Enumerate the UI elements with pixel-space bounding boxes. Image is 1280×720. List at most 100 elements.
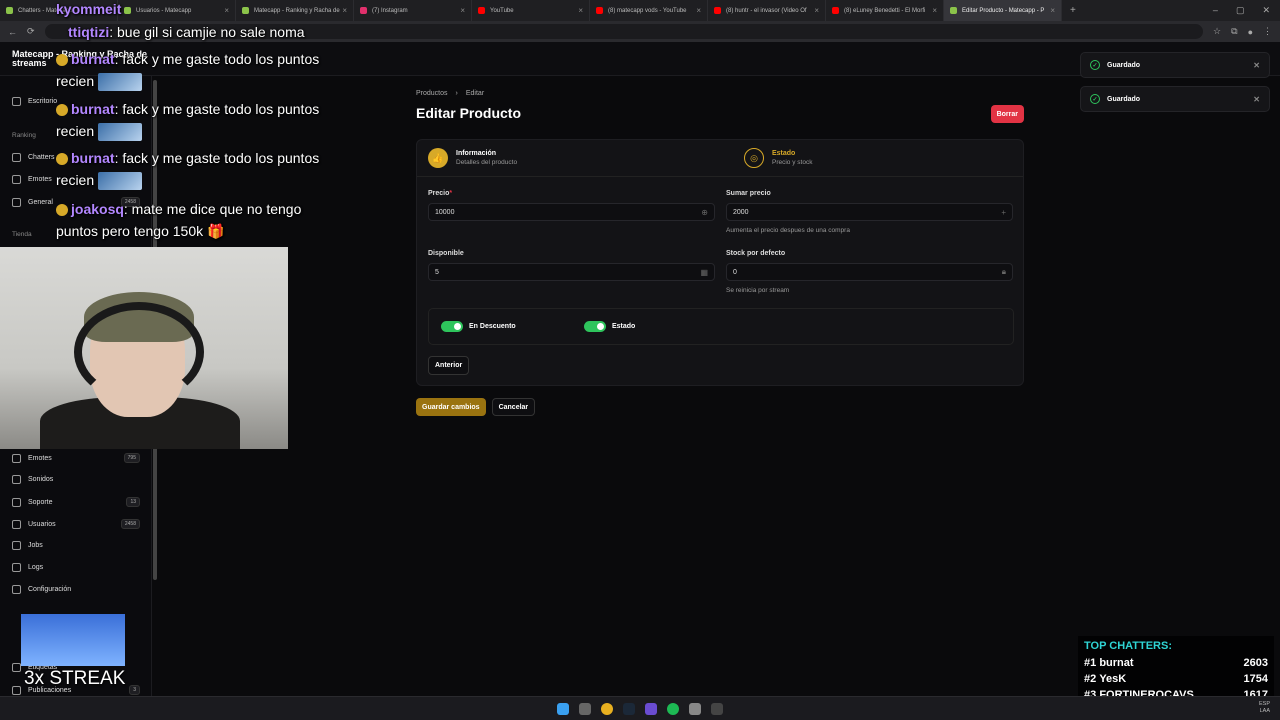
back-icon[interactable]: ← xyxy=(8,27,17,37)
browser-tab[interactable]: (7) Instagram × xyxy=(354,0,472,21)
minimize-icon[interactable]: – xyxy=(1213,5,1218,16)
favicon-icon xyxy=(714,7,721,14)
coin-badge-icon xyxy=(56,54,68,67)
check-circle-icon: ✓ xyxy=(1090,60,1100,70)
product-form-card: 👍 Información Detalles del producto ◎ Es… xyxy=(416,139,1024,386)
top-chatter-row: #2 YesK 1754 xyxy=(1084,673,1268,685)
browser-tab[interactable]: (8) eLuney Benedetti - El Morfi × xyxy=(826,0,944,21)
steam-icon[interactable] xyxy=(623,703,635,715)
estado-toggle[interactable]: Estado xyxy=(584,321,635,332)
browser-tab[interactable]: Usuarios - Matecapp × xyxy=(118,0,236,21)
emote-icon xyxy=(98,73,143,92)
sidebar-item-soporte[interactable]: Soporte 13 xyxy=(12,497,140,507)
sidebar-item-sonidos[interactable]: Sonidos xyxy=(12,475,140,484)
sidebar-item-usuarios[interactable]: Usuarios 2458 xyxy=(12,519,140,529)
breadcrumb-editar: Editar xyxy=(465,90,485,97)
chat-message: burnat: fack y me gaste todo los puntos xyxy=(56,98,319,120)
chat-message: burnat: fack y me gaste todo los puntos xyxy=(56,147,319,169)
toast-notification: ✓ Guardado ✕ xyxy=(1080,52,1270,78)
sumar-precio-input[interactable]: 2000 + xyxy=(726,203,1013,221)
breadcrumb-productos[interactable]: Productos xyxy=(416,90,448,97)
obs-icon[interactable] xyxy=(645,703,657,715)
close-window-icon[interactable]: ✕ xyxy=(1262,5,1270,16)
save-button[interactable]: Guardar cambios xyxy=(416,398,486,416)
sidebar-item-configuracion[interactable]: Configuración xyxy=(12,585,140,594)
sidebar-item-emotes-shop[interactable]: Emotes 795 xyxy=(12,453,140,463)
stock-defecto-field: Stock por defecto 0 🔒︎ Se reinicia por st… xyxy=(726,250,1013,294)
headset-icon xyxy=(74,302,204,402)
sumar-precio-field: Sumar precio 2000 + Aumenta el precio des… xyxy=(726,190,1013,234)
breadcrumb: Productos › Editar xyxy=(416,90,1024,97)
favicon-icon xyxy=(242,7,249,14)
profile-icon[interactable]: ● xyxy=(1248,27,1253,37)
chevron-right-icon: › xyxy=(455,90,458,97)
count-badge: 13 xyxy=(126,497,140,507)
sidebar-item-jobs[interactable]: Jobs xyxy=(12,541,140,550)
target-icon: ◎ xyxy=(744,148,764,168)
sidebar-section-tienda: Tienda xyxy=(12,231,32,238)
reload-icon[interactable]: ⟳ xyxy=(27,26,35,37)
spotify-icon[interactable] xyxy=(667,703,679,715)
toggle-switch[interactable] xyxy=(441,321,463,332)
favicon-icon xyxy=(478,7,485,14)
users-icon xyxy=(12,519,21,529)
chat-message-cont: puntos pero tengo 150k 🎁 xyxy=(56,223,225,239)
count-badge: 3 xyxy=(129,685,140,695)
briefcase-icon xyxy=(12,541,21,550)
chrome-icon[interactable] xyxy=(601,703,613,715)
toggle-switch[interactable] xyxy=(584,321,606,332)
browser-tab[interactable]: (8) huntr - el invasor (Video Of × xyxy=(708,0,826,21)
menu-kebab-icon[interactable]: ⋮ xyxy=(1263,26,1272,37)
count-badge: 2458 xyxy=(120,519,140,529)
close-tab-icon[interactable]: × xyxy=(932,6,937,15)
browser-tab[interactable]: YouTube × xyxy=(472,0,590,21)
terminal-icon[interactable] xyxy=(711,703,723,715)
wizard-steps: 👍 Información Detalles del producto ◎ Es… xyxy=(417,140,1023,177)
favicon-icon xyxy=(360,7,367,14)
precio-input[interactable]: 10000 ⊕ xyxy=(428,203,715,221)
stock-defecto-input[interactable]: 0 🔒︎ xyxy=(726,263,1013,281)
close-tab-icon[interactable]: × xyxy=(578,6,583,15)
page-title: Editar Producto xyxy=(416,105,522,121)
system-tray: ESP LAA xyxy=(1258,701,1270,714)
browser-tab[interactable]: Matecapp - Ranking y Racha de × xyxy=(236,0,354,21)
sidebar-item-logs[interactable]: Logs xyxy=(12,563,140,572)
delete-button[interactable]: Borrar xyxy=(990,105,1024,123)
close-tab-icon[interactable]: × xyxy=(696,6,701,15)
close-tab-icon[interactable]: × xyxy=(342,6,347,15)
chat-message-cont: recien xyxy=(56,169,143,191)
en-descuento-toggle[interactable]: En Descuento xyxy=(441,321,516,332)
close-tab-icon[interactable]: × xyxy=(460,6,465,15)
secondary-webcam xyxy=(21,614,125,666)
file-explorer-icon[interactable] xyxy=(579,703,591,715)
close-icon[interactable]: ✕ xyxy=(1253,61,1260,70)
browser-tab[interactable]: (8) matecapp vods - YouTube × xyxy=(590,0,708,21)
close-tab-icon[interactable]: × xyxy=(814,6,819,15)
disponible-field: Disponible 5 ▦ xyxy=(428,250,715,281)
gear-icon xyxy=(12,585,21,594)
disponible-input[interactable]: 5 ▦ xyxy=(428,263,715,281)
new-tab-icon[interactable]: + xyxy=(1070,5,1076,16)
gift-emoji-icon: 🎁 xyxy=(207,223,225,239)
form-actions: Guardar cambios Cancelar xyxy=(416,398,536,416)
step-estado[interactable]: ◎ Estado Precio y stock xyxy=(744,148,812,168)
cancel-button[interactable]: Cancelar xyxy=(491,398,536,416)
bookmark-star-icon[interactable]: ☆ xyxy=(1213,26,1221,37)
close-icon[interactable]: ✕ xyxy=(1253,95,1260,104)
globe-icon xyxy=(12,197,21,207)
precio-field: Precio* 10000 ⊕ xyxy=(428,190,715,221)
chat-message-cont: recien xyxy=(56,120,143,142)
favicon-icon xyxy=(6,7,13,14)
step-informacion[interactable]: 👍 Información Detalles del producto xyxy=(428,148,517,168)
close-tab-icon[interactable]: × xyxy=(224,6,229,15)
windows-start-icon[interactable] xyxy=(557,703,569,715)
anterior-button[interactable]: Anterior xyxy=(428,356,470,375)
app-icon[interactable] xyxy=(689,703,701,715)
chat-message-cont: recien xyxy=(56,70,143,92)
maximize-icon[interactable]: ▢ xyxy=(1236,5,1245,16)
close-tab-icon[interactable]: × xyxy=(1050,6,1055,15)
extensions-icon[interactable]: ⧉ xyxy=(1231,26,1237,37)
browser-tab-active[interactable]: Editar Producto - Matecapp - P × xyxy=(944,0,1062,21)
streak-label: 3x STREAK xyxy=(24,668,126,689)
smile-icon xyxy=(12,453,21,463)
